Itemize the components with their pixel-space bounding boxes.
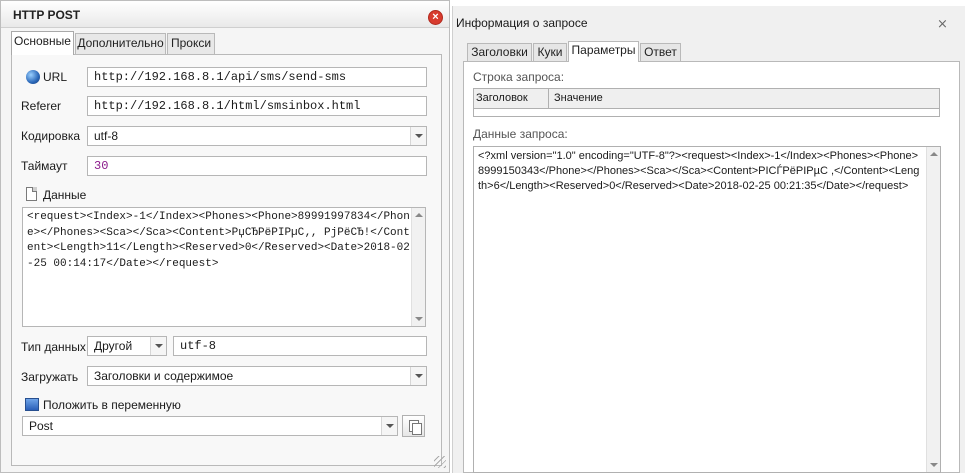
encoding-select[interactable]: utf-8 (87, 126, 427, 146)
tab-basic[interactable]: Основные (11, 31, 74, 55)
panel-title-bar: HTTP POST × (1, 1, 449, 28)
timeout-input[interactable]: 30 (87, 156, 427, 176)
panel-title: HTTP POST (13, 8, 81, 22)
save-to-variable-label: Положить в переменную (43, 398, 181, 412)
resize-grip-icon[interactable] (434, 456, 446, 468)
globe-icon (26, 70, 40, 84)
request-info-title: Информация о запросе (456, 16, 588, 30)
close-icon[interactable]: ⨯ (937, 16, 948, 32)
tab-additional[interactable]: Дополнительно (75, 33, 166, 54)
http-post-panel: HTTP POST × Основные Дополнительно Прокс… (0, 0, 450, 473)
chevron-down-icon[interactable] (381, 417, 397, 435)
data-textarea[interactable]: <request><Index>-1</Index><Phones><Phone… (22, 207, 426, 327)
tab-cookies[interactable]: Куки (533, 43, 567, 62)
document-icon (26, 187, 37, 201)
variable-icon (25, 398, 39, 411)
request-data-scrollbar[interactable] (926, 147, 940, 472)
tab-parameters[interactable]: Параметры (568, 41, 639, 62)
copy-icon[interactable] (402, 415, 425, 437)
referer-label: Referer (21, 99, 62, 113)
data-encoding-input[interactable]: utf-8 (173, 336, 427, 356)
data-text: <request><Index>-1</Index><Phones><Phone… (27, 211, 410, 270)
load-value: Заголовки и содержимое (94, 369, 234, 383)
request-grid-body[interactable] (473, 109, 940, 117)
close-icon[interactable]: × (428, 10, 443, 25)
grid-column-value[interactable]: Значение (554, 89, 603, 108)
request-data-text: <?xml version="1.0" encoding="UTF-8"?><r… (478, 150, 920, 192)
chevron-down-icon[interactable] (410, 367, 426, 385)
data-type-label: Тип данных (21, 340, 86, 354)
request-grid-header: Заголовок Значение (473, 88, 940, 109)
referer-input[interactable]: http://192.168.8.1/html/smsinbox.html (87, 96, 427, 116)
timeout-label: Таймаут (21, 159, 68, 173)
data-encoding-value: utf-8 (180, 339, 217, 353)
request-info-panel: Информация о запросе ⨯ Заголовки Куки Па… (452, 6, 965, 473)
variable-value: Post (29, 419, 54, 433)
data-label: Данные (43, 188, 87, 202)
request-data-textarea[interactable]: <?xml version="1.0" encoding="UTF-8"?><r… (473, 146, 941, 473)
chevron-down-icon[interactable] (150, 337, 166, 355)
grid-column-header[interactable]: Заголовок (474, 89, 549, 108)
tab-response[interactable]: Ответ (640, 43, 681, 62)
variable-select[interactable]: Post (22, 416, 398, 436)
url-label: URL (43, 70, 68, 84)
encoding-label: Кодировка (21, 129, 81, 143)
load-select[interactable]: Заголовки и содержимое (87, 366, 427, 386)
request-line-label: Строка запроса: (473, 70, 565, 84)
url-input[interactable]: http://192.168.8.1/api/sms/send-sms (87, 67, 427, 87)
tab-proxy[interactable]: Прокси (167, 33, 215, 54)
data-type-select[interactable]: Другой (87, 336, 167, 356)
tab-headers[interactable]: Заголовки (467, 43, 532, 62)
request-data-label: Данные запроса: (473, 127, 568, 141)
data-scrollbar[interactable] (411, 208, 425, 326)
encoding-value: utf-8 (94, 129, 119, 143)
chevron-down-icon[interactable] (410, 127, 426, 145)
load-label: Загружать (21, 370, 79, 384)
data-type-value: Другой (94, 339, 133, 353)
